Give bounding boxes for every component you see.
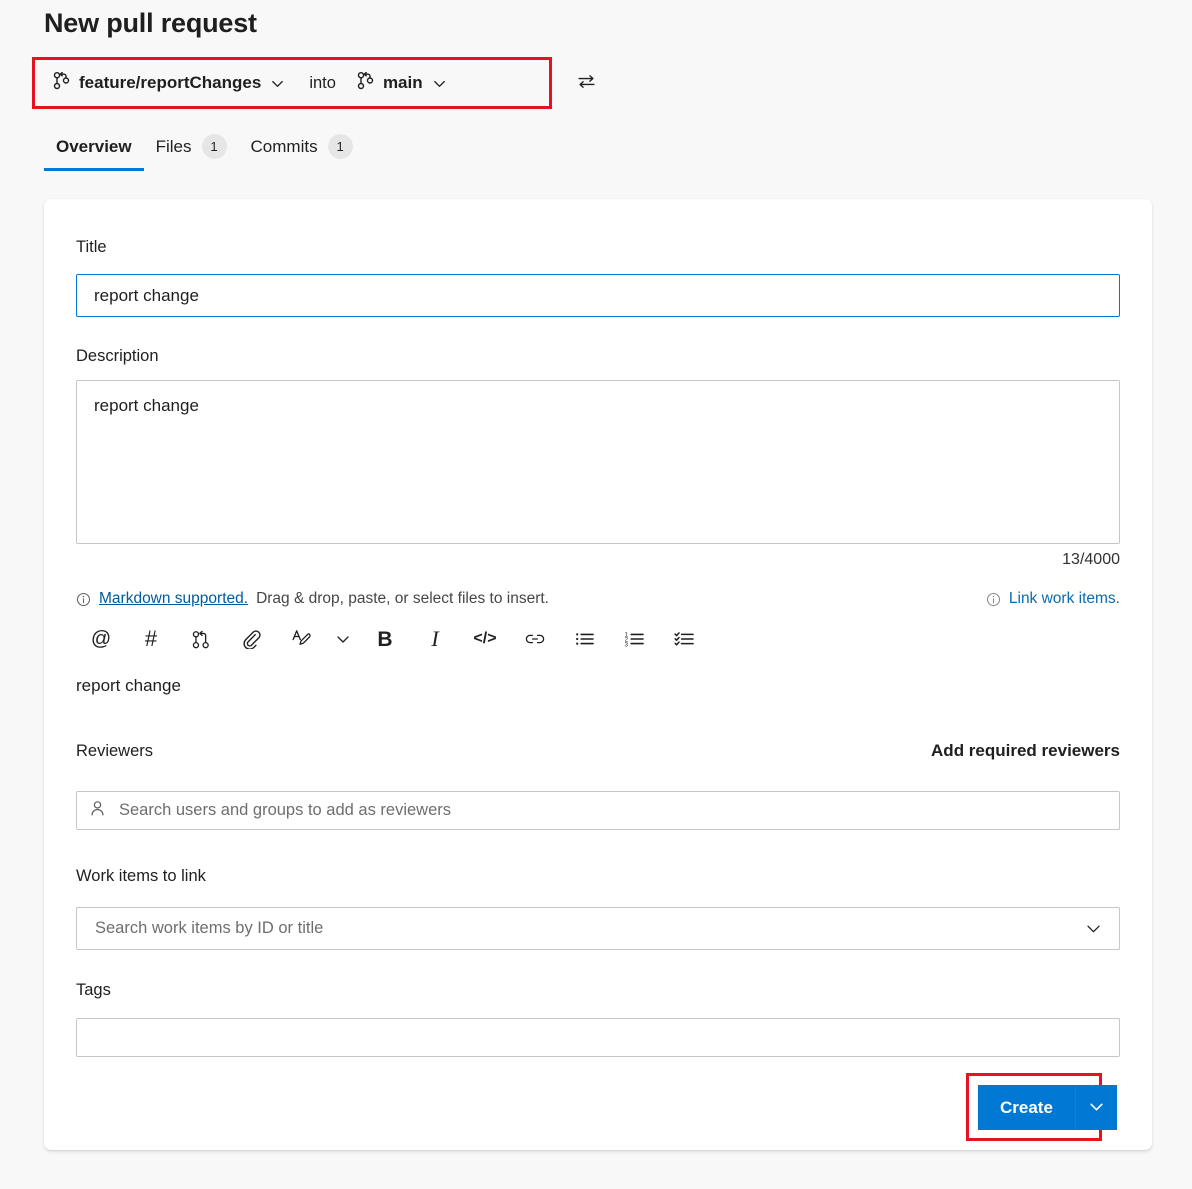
reviewers-label: Reviewers (76, 742, 153, 761)
link-work-items-group: Link work items. (986, 590, 1120, 608)
branch-selector-annotated: feature/reportChanges into main (32, 57, 552, 109)
reviewers-search-wrapper[interactable] (76, 791, 1120, 830)
tab-files[interactable]: Files 1 (144, 128, 239, 173)
chevron-down-icon[interactable] (326, 619, 360, 659)
bullet-list-icon[interactable] (560, 619, 610, 659)
reviewers-header: Reviewers Add required reviewers (76, 741, 1120, 761)
pull-request-form-card: Title Description 13/4000 Markdown suppo… (44, 199, 1152, 1150)
hash-work-item-icon[interactable]: # (126, 619, 176, 659)
target-branch-name: main (383, 73, 423, 93)
person-icon (89, 800, 106, 822)
work-items-search-wrapper[interactable] (76, 907, 1120, 950)
swap-branches-icon (577, 72, 596, 96)
tab-commits-count: 1 (328, 134, 353, 159)
add-required-reviewers-button[interactable]: Add required reviewers (931, 741, 1120, 761)
target-branch-selector[interactable]: main (353, 68, 451, 98)
code-icon[interactable]: </> (460, 619, 510, 659)
tab-files-count: 1 (202, 134, 227, 159)
markdown-hint-text: Drag & drop, paste, or select files to i… (256, 590, 549, 608)
tab-commits[interactable]: Commits 1 (239, 128, 365, 173)
mention-icon[interactable]: @ (76, 619, 126, 659)
highlight-pen-icon[interactable] (276, 619, 326, 659)
svg-text:3: 3 (625, 642, 629, 648)
markdown-supported-link[interactable]: Markdown supported. (99, 590, 248, 608)
description-preview-text: report change (76, 676, 181, 696)
page-title: New pull request (44, 8, 257, 39)
italic-icon[interactable]: I (410, 619, 460, 659)
work-items-search-input[interactable] (93, 918, 1079, 939)
info-circle-icon (76, 592, 91, 607)
title-label: Title (76, 238, 107, 257)
numbered-list-icon[interactable]: 1 2 3 (610, 619, 660, 659)
checklist-icon[interactable] (660, 619, 710, 659)
markdown-hint-group: Markdown supported. Drag & drop, paste, … (76, 590, 549, 608)
character-count: 13/4000 (1062, 551, 1120, 569)
chevron-down-icon[interactable] (1079, 920, 1107, 937)
tags-input[interactable] (76, 1018, 1120, 1057)
chevron-down-icon (432, 76, 447, 91)
reviewers-search-input[interactable] (117, 800, 1107, 821)
description-label: Description (76, 347, 159, 366)
pr-tabs: Overview Files 1 Commits 1 (44, 128, 365, 173)
chevron-down-icon (1088, 1098, 1105, 1118)
branch-icon (53, 71, 70, 95)
into-label: into (309, 74, 336, 93)
bold-icon[interactable]: B (360, 619, 410, 659)
work-items-label: Work items to link (76, 867, 206, 886)
tab-overview-label: Overview (56, 137, 132, 157)
tab-commits-label: Commits (251, 137, 318, 157)
tab-overview[interactable]: Overview (44, 131, 144, 171)
create-button-group: Create (978, 1085, 1117, 1130)
chevron-down-icon (270, 76, 285, 91)
tags-label: Tags (76, 981, 111, 1000)
tab-files-label: Files (156, 137, 192, 157)
source-branch-name: feature/reportChanges (79, 73, 261, 93)
link-icon[interactable] (510, 619, 560, 659)
info-circle-icon (986, 592, 1001, 607)
create-options-button[interactable] (1075, 1085, 1117, 1130)
description-input[interactable] (76, 380, 1120, 544)
swap-branches-button[interactable] (572, 70, 600, 98)
link-work-items-link[interactable]: Link work items. (1009, 590, 1120, 608)
pull-request-icon[interactable] (176, 619, 226, 659)
branch-icon (357, 71, 374, 95)
title-input[interactable] (76, 274, 1120, 317)
markdown-toolbar: @ # (76, 617, 1120, 661)
description-helper-row: Markdown supported. Drag & drop, paste, … (76, 590, 1120, 608)
attach-icon[interactable] (226, 619, 276, 659)
source-branch-selector[interactable]: feature/reportChanges (49, 68, 289, 98)
create-button[interactable]: Create (978, 1085, 1075, 1130)
